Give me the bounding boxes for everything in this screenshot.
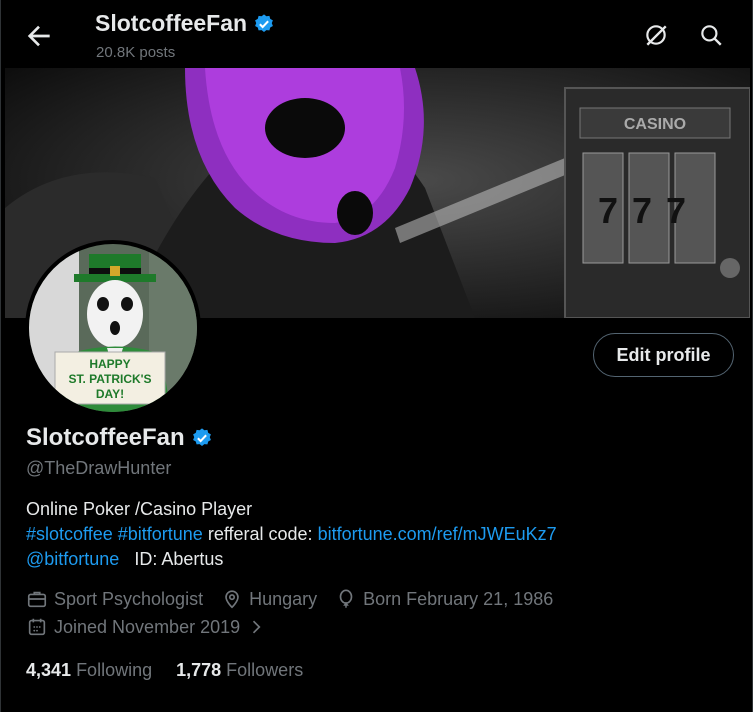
verified-badge-icon: [255, 13, 273, 32]
hashtag-link[interactable]: #bitfortune: [118, 524, 203, 544]
profile-handle: @TheDrawHunter: [26, 458, 172, 478]
avatar-sign-line3: DAY!: [96, 387, 124, 401]
bio-line3: @bitfortune ID: Abertus: [26, 547, 557, 572]
grok-icon[interactable]: [643, 22, 669, 48]
calendar-icon: [28, 618, 46, 636]
meta-birthday: Born February 21, 1986: [335, 588, 553, 610]
bio-line2: #slotcoffee #bitfortune refferal code: b…: [26, 522, 557, 547]
profile-avatar[interactable]: HAPPY ST. PATRICK'S DAY!: [25, 240, 201, 416]
following-link[interactable]: 4,341 Following: [26, 660, 152, 681]
followers-label: Followers: [226, 660, 304, 680]
following-label: Following: [76, 660, 153, 680]
follow-stats: 4,341 Following 1,778 Followers: [26, 660, 303, 681]
meta-joined-text: Joined November 2019: [54, 616, 241, 637]
meta-profession: Sport Psychologist: [26, 588, 203, 610]
banner-slot-reels: 777: [598, 190, 700, 231]
profile-display-name: SlotcoffeeFan: [26, 424, 185, 451]
referral-link[interactable]: bitfortune.com/ref/mJWEuKz7: [318, 524, 557, 544]
avatar-sign-line1: HAPPY: [89, 357, 130, 371]
meta-location-text: Hungary: [249, 588, 318, 609]
briefcase-icon: [27, 591, 47, 608]
following-count: 4,341: [26, 660, 72, 680]
profile-header-bar: SlotcoffeeFan 20.8K posts: [1, 0, 752, 68]
meta-joined[interactable]: Joined November 2019: [26, 616, 266, 638]
verified-badge-icon[interactable]: [191, 427, 213, 449]
chevron-right-icon[interactable]: [246, 617, 266, 637]
meta-profession-text: Sport Psychologist: [54, 588, 204, 609]
post-count: 20.8K posts: [96, 44, 176, 61]
meta-birthday-text: Born February 21, 1986: [363, 588, 554, 609]
avatar-image: HAPPY ST. PATRICK'S DAY!: [29, 244, 197, 412]
referral-label: refferal code:: [207, 524, 313, 544]
avatar-sign-line2: ST. PATRICK'S: [68, 372, 151, 386]
profile-bio: Online Poker /Casino Player #slotcoffee …: [26, 497, 557, 572]
hashtag-link[interactable]: #slotcoffee: [26, 524, 113, 544]
balloon-icon: [339, 589, 353, 608]
mention-link[interactable]: @bitfortune: [26, 549, 119, 569]
followers-count: 1,778: [176, 660, 222, 680]
header-title-group: SlotcoffeeFan: [95, 10, 275, 37]
banner-slot-sign: CASINO: [624, 116, 686, 133]
meta-location: Hungary: [221, 588, 317, 610]
followers-link[interactable]: 1,778 Followers: [176, 660, 303, 681]
edit-profile-button[interactable]: Edit profile: [593, 333, 734, 377]
bio-id-text: ID: Abertus: [134, 549, 224, 569]
location-pin-icon: [225, 590, 239, 609]
profile-meta-row-joined[interactable]: Joined November 2019: [26, 616, 284, 638]
back-arrow-icon[interactable]: [23, 20, 55, 52]
search-icon[interactable]: [698, 22, 724, 48]
bio-line1: Online Poker /Casino Player: [26, 499, 253, 519]
profile-name-row: SlotcoffeeFan: [26, 424, 213, 452]
header-title: SlotcoffeeFan: [95, 10, 248, 36]
profile-meta-row: Sport Psychologist Hungary Born February…: [26, 588, 571, 610]
